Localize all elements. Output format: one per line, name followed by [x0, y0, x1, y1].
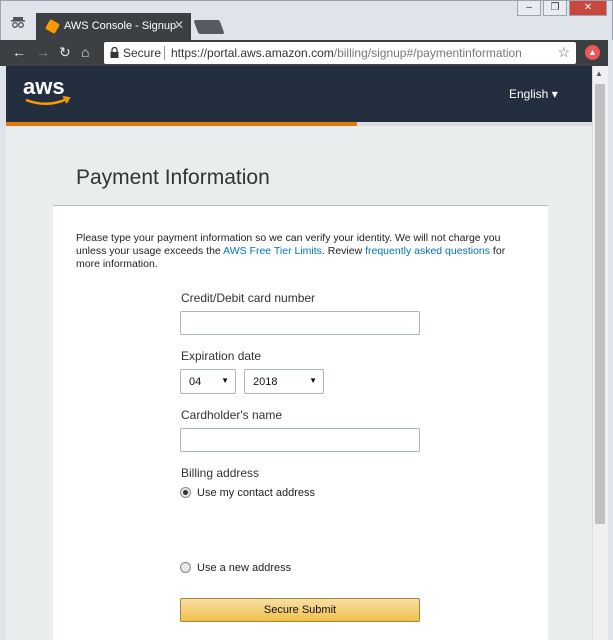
expiration-year-value: 2018 — [253, 376, 278, 388]
bookmark-star-icon[interactable]: ☆ — [557, 44, 570, 61]
url-text: https://portal.aws.amazon.com/billing/si… — [171, 46, 522, 60]
faq-link[interactable]: frequently asked questions — [365, 245, 490, 257]
expiration-year-select[interactable]: 2018 ▼ — [244, 369, 324, 394]
maximize-button[interactable]: ❐ — [543, 0, 567, 16]
chevron-down-icon: ▼ — [221, 376, 229, 385]
reload-icon[interactable]: ↻ — [59, 44, 71, 61]
address-bar[interactable]: Secure https://portal.aws.amazon.com/bil… — [104, 42, 576, 64]
lock-icon — [110, 47, 119, 58]
secure-submit-button[interactable]: Secure Submit — [180, 598, 420, 622]
window-frame-right — [608, 40, 613, 640]
svg-text:aws: aws — [23, 75, 65, 99]
cardholder-name-input[interactable] — [180, 428, 420, 452]
tab-close-icon[interactable]: ✕ — [174, 18, 184, 32]
incognito-icon — [11, 17, 25, 28]
expiration-month-select[interactable]: 04 ▼ — [180, 369, 236, 394]
new-address-radio[interactable] — [180, 562, 191, 573]
secure-label: Secure — [123, 46, 162, 60]
intro-text: Please type your payment information so … — [76, 232, 506, 270]
billing-address-label: Billing address — [181, 466, 260, 480]
home-icon[interactable]: ⌂ — [81, 44, 89, 60]
extension-icon[interactable]: ▲ — [585, 45, 600, 60]
back-arrow-icon[interactable]: ← — [12, 44, 26, 60]
card-number-label: Credit/Debit card number — [181, 291, 316, 305]
expiration-month-value: 04 — [189, 376, 202, 388]
aws-header: aws English ▾ — [6, 66, 592, 122]
scroll-up-arrow-icon[interactable]: ▲ — [595, 69, 603, 78]
page-title: Payment Information — [76, 166, 270, 189]
forward-arrow-icon[interactable]: → — [36, 44, 50, 60]
omnibox-divider — [164, 46, 165, 60]
cardholder-label: Cardholder's name — [181, 408, 283, 422]
tab-title: AWS Console - Signup — [64, 20, 177, 32]
aws-logo-icon[interactable]: aws — [23, 75, 75, 109]
contact-address-radio-label[interactable]: Use my contact address — [197, 487, 315, 499]
window-controls: – ❐ ✕ — [515, 0, 607, 16]
language-selector[interactable]: English ▾ — [509, 87, 558, 101]
minimize-button[interactable]: – — [517, 0, 541, 16]
free-tier-link[interactable]: AWS Free Tier Limits — [223, 245, 322, 257]
chevron-down-icon: ▼ — [309, 376, 317, 385]
expiration-label: Expiration date — [181, 349, 262, 363]
contact-address-radio[interactable] — [180, 487, 191, 498]
scrollbar-thumb[interactable] — [595, 84, 605, 524]
new-address-radio-label[interactable]: Use a new address — [197, 562, 291, 574]
card-number-input[interactable] — [180, 311, 420, 335]
new-tab-button[interactable] — [193, 20, 225, 34]
close-window-button[interactable]: ✕ — [569, 0, 607, 16]
browser-toolbar: ← → ↻ ⌂ Secure https://portal.aws.amazon… — [0, 40, 613, 66]
